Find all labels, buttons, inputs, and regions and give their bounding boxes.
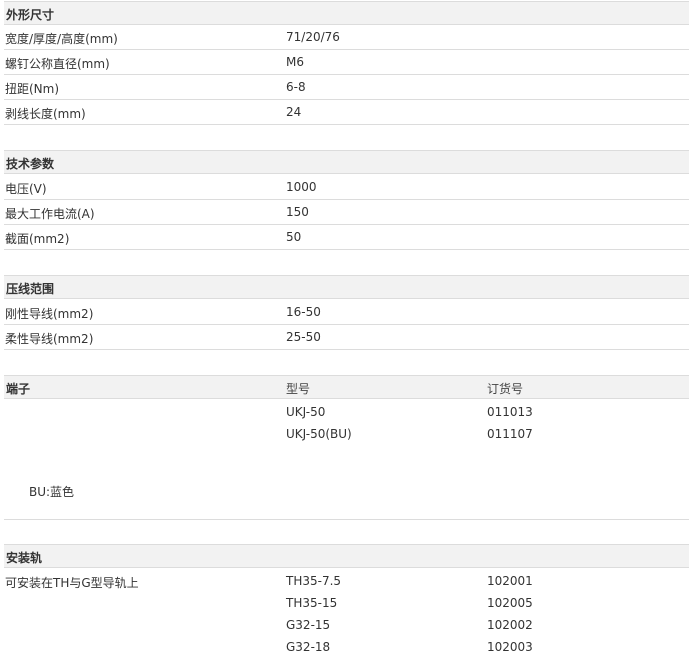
rail-order-number: 102005 [487,596,533,610]
row-label: 柔性导线(mm2) [5,332,94,346]
row-label: 螺钉公称直径(mm) [5,57,110,71]
rail-model: TH35-15 [286,596,338,610]
table-row: 最大工作电流(A) 150 [4,200,689,225]
row-label: 电压(V) [5,182,47,196]
table-row: 扭距(Nm) 6-8 [4,75,689,100]
row-value: 50 [286,230,302,244]
row-label: 刚性导线(mm2) [5,307,94,321]
divider [4,519,689,520]
row-label: 剥线长度(mm) [5,107,86,121]
section-header-rail: 安装轨 [4,544,689,568]
section-title: 安装轨 [6,551,43,565]
rail-order-number: 102001 [487,574,533,588]
terminal-order-number: 011107 [487,427,533,441]
table-row: 截面(mm2) 50 [4,225,689,250]
column-header-model: 型号 [286,382,311,396]
rail-model: TH35-7.5 [286,574,342,588]
rail-model: G32-18 [286,640,331,654]
section-header-terminal: 端子 型号 订货号 [4,375,689,399]
table-row: 电压(V) 1000 [4,175,689,200]
row-value: 71/20/76 [286,30,340,44]
table-row: 剥线长度(mm) 24 [4,100,689,125]
section-title: 端子 [6,382,31,396]
table-row: 柔性导线(mm2) 25-50 [4,325,689,350]
row-value: 6-8 [286,80,306,94]
rail-order-number: 102003 [487,640,533,654]
rail-model: G32-15 [286,618,331,632]
column-header-order: 订货号 [487,382,524,396]
terminal-order-number: 011013 [487,405,533,419]
row-label: 扭距(Nm) [5,82,60,96]
row-value: M6 [286,55,304,69]
section-title: 压线范围 [6,282,55,296]
row-label: 截面(mm2) [5,232,70,246]
terminal-model: UKJ-50(BU) [286,427,352,441]
rail-description: 可安装在TH与G型导轨上 [5,576,139,590]
terminal-note: BU:蓝色 [29,485,75,499]
table-row: 螺钉公称直径(mm) M6 [4,50,689,75]
row-value: 25-50 [286,330,321,344]
terminal-model: UKJ-50 [286,405,326,419]
row-value: 1000 [286,180,317,194]
row-value: 24 [286,105,302,119]
table-row: 刚性导线(mm2) 16-50 [4,300,689,325]
row-value: 150 [286,205,309,219]
rail-order-number: 102002 [487,618,533,632]
section-title: 技术参数 [6,157,55,171]
section-title: 外形尺寸 [6,8,55,22]
section-header-technical: 技术参数 [4,150,689,174]
row-value: 16-50 [286,305,321,319]
row-label: 最大工作电流(A) [5,207,95,221]
table-row: 宽度/厚度/高度(mm) 71/20/76 [4,25,689,50]
section-header-crimp: 压线范围 [4,275,689,299]
section-header-dimensions: 外形尺寸 [4,1,689,25]
row-label: 宽度/厚度/高度(mm) [5,32,118,46]
